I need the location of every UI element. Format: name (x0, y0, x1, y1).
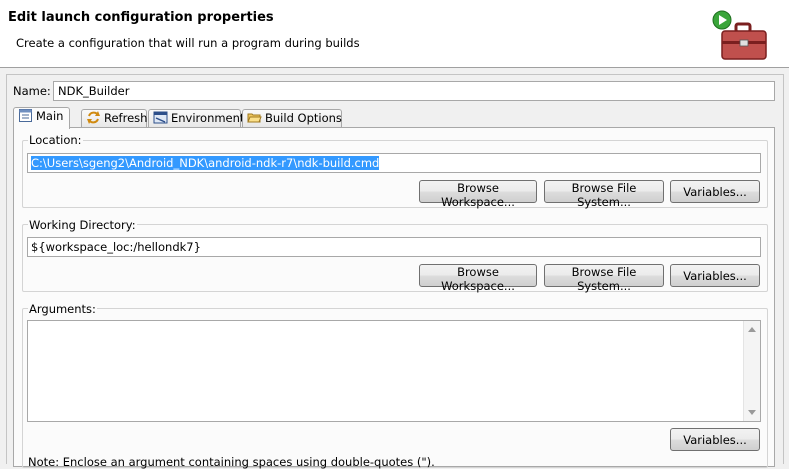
dialog-title: Edit launch configuration properties (8, 10, 274, 25)
name-label: Name: (13, 84, 51, 98)
main-tab-icon (19, 109, 32, 122)
toolbox-run-icon (712, 10, 767, 60)
tab-refresh[interactable]: Refresh (81, 109, 147, 128)
tab-refresh-label: Refresh (104, 111, 148, 125)
working-directory-label: Working Directory: (28, 218, 137, 232)
tab-build-options[interactable]: Build Options (242, 109, 342, 128)
working-directory-variables-button[interactable]: Variables... (670, 264, 760, 287)
working-directory-value: ${workspace_loc:/hellondk7} (31, 240, 201, 254)
arguments-variables-button[interactable]: Variables... (670, 428, 760, 451)
location-label: Location: (28, 133, 83, 147)
location-browse-workspace-button[interactable]: Browse Workspace... (419, 180, 537, 209)
arguments-textarea[interactable] (27, 320, 761, 422)
tab-environment[interactable]: Environment (148, 109, 245, 128)
location-field[interactable]: C:\Users\sgeng2\Android_NDK\android-ndk-… (27, 153, 761, 173)
working-directory-browse-workspace-button[interactable]: Browse Workspace... (419, 264, 537, 293)
location-browse-file-system-button[interactable]: Browse File System... (544, 180, 664, 209)
environment-icon (153, 111, 168, 124)
dialog-header: Edit launch configuration properties Cre… (0, 0, 789, 68)
arguments-scrollbar[interactable] (743, 321, 760, 421)
working-directory-browse-file-system-button[interactable]: Browse File System... (544, 264, 664, 293)
scroll-up-arrow-icon[interactable] (748, 327, 756, 332)
folder-open-icon (247, 113, 262, 123)
tab-build-options-label: Build Options (265, 111, 342, 125)
working-directory-field[interactable]: ${workspace_loc:/hellondk7} (27, 237, 761, 257)
tab-main[interactable]: Main (13, 107, 70, 129)
scroll-down-arrow-icon[interactable] (748, 410, 756, 415)
location-variables-button[interactable]: Variables... (670, 180, 760, 203)
arguments-note: Note: Enclose an argument containing spa… (28, 455, 435, 469)
location-value: C:\Users\sgeng2\Android_NDK\android-ndk-… (31, 156, 380, 170)
name-field[interactable] (53, 81, 775, 101)
dialog-description: Create a configuration that will run a p… (16, 36, 360, 50)
tab-main-label: Main (36, 109, 64, 123)
arguments-label: Arguments: (28, 302, 97, 316)
tab-environment-label: Environment (171, 111, 245, 125)
refresh-icon (87, 111, 100, 124)
